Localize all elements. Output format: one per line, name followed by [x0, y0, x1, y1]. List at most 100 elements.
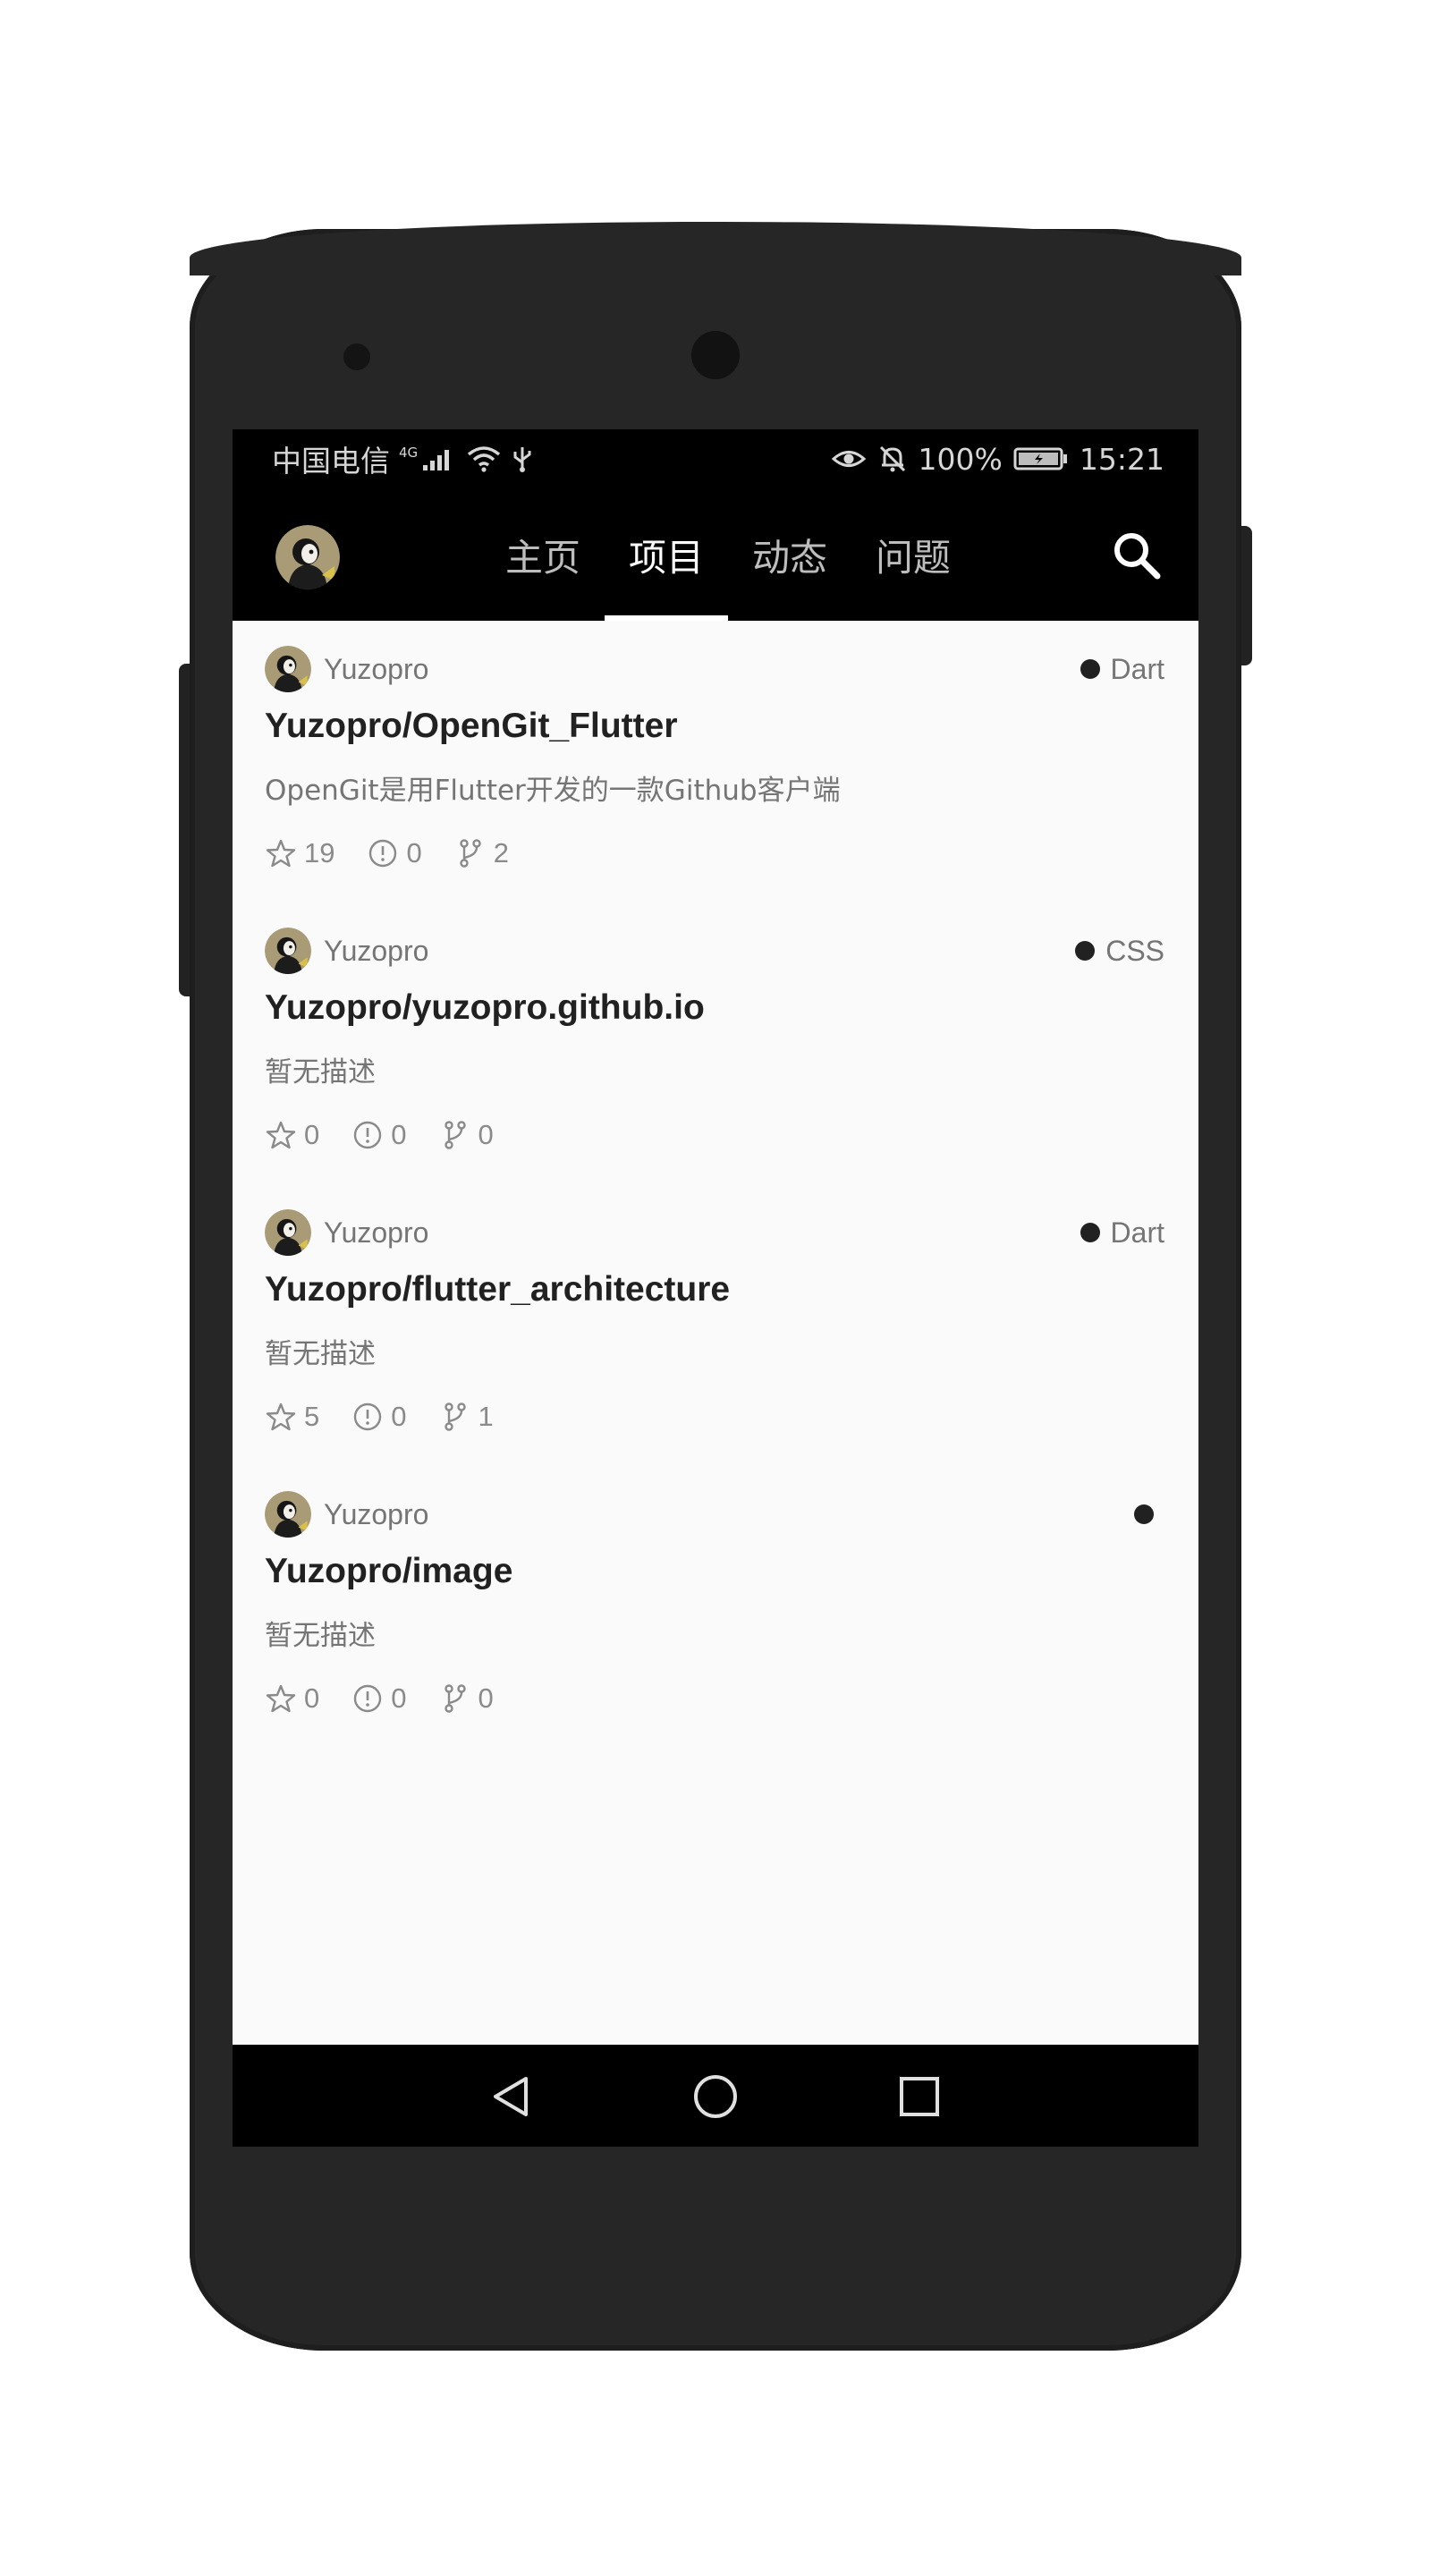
owner-name[interactable]: Yuzopro	[324, 653, 428, 686]
repo-item[interactable]: Yuzopro Dart Yuzopro/flutter_architectur…	[233, 1184, 1198, 1466]
owner-row: Yuzopro	[265, 646, 428, 692]
star-count: 0	[304, 1119, 320, 1150]
clock: 15:21	[1079, 441, 1164, 477]
stat-forks: 2	[454, 837, 509, 869]
issue-count: 0	[406, 837, 422, 869]
language-tag: CSS	[1075, 929, 1164, 972]
owner-row: Yuzopro	[265, 1209, 428, 1256]
issue-count: 0	[391, 1401, 407, 1432]
owner-avatar[interactable]	[265, 1209, 311, 1256]
language-label: CSS	[1105, 934, 1164, 967]
network-type: 4G	[399, 445, 419, 461]
stat-stars: 0	[265, 1119, 319, 1151]
home-button[interactable]	[690, 2072, 741, 2122]
stat-issues: 0	[367, 837, 422, 869]
tab-issues[interactable]: 问题	[851, 488, 975, 621]
repo-description: OpenGit是用Flutter开发的一款Github客户端	[265, 775, 841, 807]
back-button[interactable]	[487, 2072, 537, 2122]
home-circle-icon	[694, 2075, 737, 2118]
fork-icon	[444, 1121, 466, 1149]
owner-avatar[interactable]	[265, 928, 311, 974]
mute-bell-icon	[879, 445, 905, 472]
issue-icon	[354, 1121, 382, 1149]
owner-row: Yuzopro	[265, 928, 428, 974]
repo-description: 暂无描述	[265, 1620, 376, 1652]
repo-title[interactable]: Yuzopro/yuzopro.github.io	[265, 988, 705, 1028]
repo-title[interactable]: Yuzopro/image	[265, 1552, 512, 1591]
repo-item[interactable]: Yuzopro CSS Yuzopro/yuzopro.github.io 暂无…	[233, 902, 1198, 1184]
issue-icon	[354, 1402, 382, 1431]
status-right: 100% 15:21	[831, 442, 1164, 477]
avatar-image	[265, 646, 311, 692]
phone-top-cap	[190, 222, 1241, 275]
user-avatar[interactable]	[275, 525, 340, 589]
star-icon	[266, 1121, 296, 1149]
usb-icon	[513, 447, 531, 472]
stat-forks: 1	[439, 1401, 494, 1433]
status-bar: 中国电信 4G 100% 15:21	[233, 429, 1198, 488]
repo-stats: 19 0 2	[265, 834, 509, 873]
star-icon	[266, 839, 296, 868]
eye-icon	[831, 451, 866, 467]
tab-home[interactable]: 主页	[481, 488, 605, 621]
battery-percent: 100%	[918, 441, 1003, 477]
fork-count: 2	[493, 837, 509, 869]
repo-stats: 0 0 0	[265, 1115, 494, 1155]
signal-icon	[423, 450, 450, 470]
tab-projects[interactable]: 项目	[605, 488, 728, 621]
tab-activity[interactable]: 动态	[728, 488, 851, 621]
language-dot-icon	[1075, 941, 1096, 961]
status-left: 中国电信 4G	[272, 437, 534, 480]
repo-list: Yuzopro Dart Yuzopro/OpenGit_Flutter Ope…	[233, 621, 1198, 1748]
owner-name[interactable]: Yuzopro	[324, 1498, 428, 1531]
star-count: 0	[304, 1682, 320, 1714]
proximity-sensor	[343, 343, 370, 370]
owner-avatar[interactable]	[265, 1491, 311, 1538]
owner-avatar[interactable]	[265, 646, 311, 692]
search-icon	[1114, 533, 1161, 580]
stat-stars: 0	[265, 1682, 319, 1715]
stat-issues: 0	[351, 1401, 407, 1433]
repo-title[interactable]: Yuzopro/flutter_architecture	[265, 1270, 730, 1309]
repo-item[interactable]: Yuzopro Yuzopro/image 暂无描述 0 0 0	[233, 1466, 1198, 1748]
stat-stars: 5	[265, 1401, 319, 1433]
owner-name[interactable]: Yuzopro	[324, 935, 428, 968]
repo-stats: 0 0 0	[265, 1679, 494, 1718]
fork-icon	[460, 839, 481, 868]
fork-count: 1	[478, 1401, 494, 1432]
fork-count: 0	[478, 1682, 494, 1714]
language-tag: Dart	[1080, 1211, 1164, 1254]
star-icon	[266, 1402, 296, 1431]
owner-name[interactable]: Yuzopro	[324, 1216, 428, 1250]
stat-issues: 0	[351, 1119, 407, 1151]
navigation-bar	[233, 2045, 1198, 2147]
recents-button[interactable]	[894, 2072, 944, 2122]
fork-icon	[444, 1402, 466, 1431]
search-button[interactable]	[1105, 524, 1168, 587]
star-icon	[266, 1684, 296, 1713]
language-tag	[1134, 1493, 1164, 1536]
issue-count: 0	[391, 1682, 407, 1714]
repo-stats: 5 0 1	[265, 1397, 494, 1436]
fork-count: 0	[478, 1119, 494, 1150]
owner-row: Yuzopro	[265, 1491, 428, 1538]
battery-icon	[1013, 447, 1067, 470]
app-bar: 主页 项目 动态 问题	[233, 488, 1198, 621]
tab-bar: 主页 项目 动态 问题	[481, 488, 975, 621]
repo-item[interactable]: Yuzopro Dart Yuzopro/OpenGit_Flutter Ope…	[233, 621, 1198, 902]
phone-screen: 中国电信 4G 100% 15:21 主页 项目 动态 问题 Yuzopro D…	[233, 429, 1198, 2147]
language-tag: Dart	[1080, 648, 1164, 691]
power-button	[1240, 526, 1252, 665]
carrier-label: 中国电信	[272, 444, 390, 479]
repo-title[interactable]: Yuzopro/OpenGit_Flutter	[265, 707, 678, 746]
repo-description: 暂无描述	[265, 1056, 376, 1089]
language-dot-icon	[1080, 1223, 1100, 1242]
stat-forks: 0	[439, 1682, 494, 1715]
language-label: Dart	[1110, 652, 1164, 685]
front-camera	[691, 331, 740, 379]
star-count: 5	[304, 1401, 320, 1432]
issue-count: 0	[391, 1119, 407, 1150]
fork-icon	[444, 1684, 466, 1713]
stat-stars: 19	[265, 837, 334, 869]
avatar-image	[265, 928, 311, 974]
